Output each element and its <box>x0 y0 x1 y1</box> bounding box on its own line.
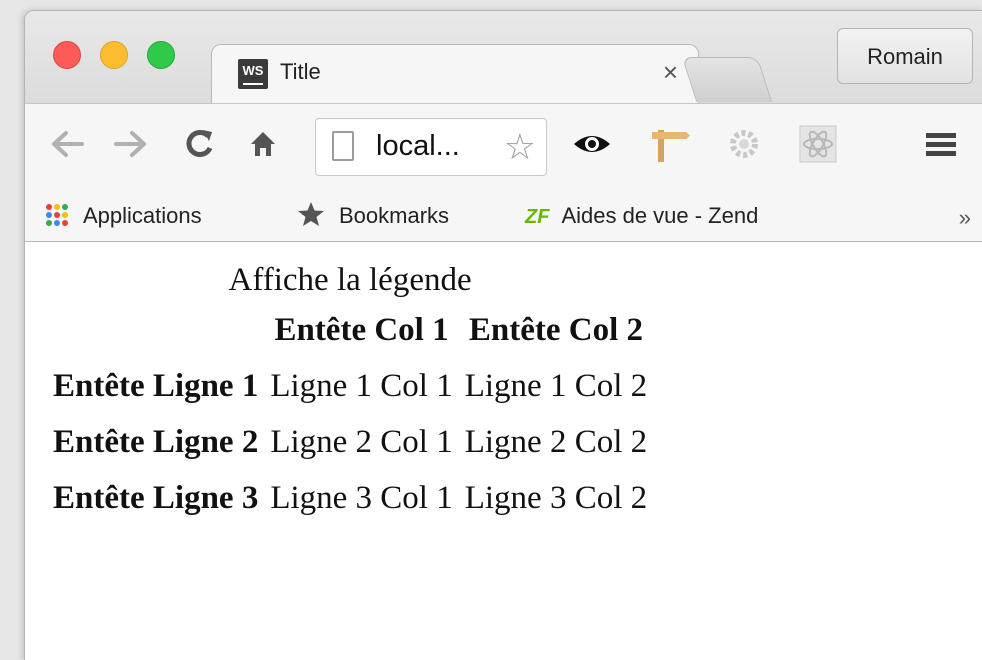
row-header: Entête Ligne 2 <box>53 424 259 460</box>
bookmark-zend-view-helpers[interactable]: ZF Aides de vue - Zend <box>525 199 758 233</box>
tab-active[interactable]: WS Title × <box>211 44 699 105</box>
bookmark-applications[interactable]: Applications <box>45 199 202 233</box>
demo-table: Affiche la légende Entête Col 1 Entête C… <box>43 262 657 527</box>
menu-hamburger-icon[interactable] <box>921 124 961 164</box>
column-header: Entête Col 2 <box>468 312 643 348</box>
close-window-button[interactable] <box>53 41 81 69</box>
new-tab-button[interactable] <box>681 57 773 102</box>
page-content: Affiche la légende Entête Col 1 Entête C… <box>25 242 982 660</box>
minimize-window-button[interactable] <box>100 41 128 69</box>
profile-button[interactable]: Romain <box>837 28 973 84</box>
zoom-window-button[interactable] <box>147 41 175 69</box>
page-icon <box>332 131 354 161</box>
table-header-row: Entête Col 1 Entête Col 2 <box>51 303 649 357</box>
bookmark-bookmarks[interactable]: Bookmarks <box>297 199 449 233</box>
back-arrow-icon[interactable] <box>47 124 87 164</box>
bookmark-star-icon[interactable]: ☆ <box>504 125 536 169</box>
empty-corner-cell <box>51 303 260 357</box>
url-text: local... <box>376 130 460 162</box>
table-row: Entête Ligne 3 Ligne 3 Col 1 Ligne 3 Col… <box>51 471 649 525</box>
webstorm-favicon-icon: WS <box>238 59 268 89</box>
tab-strip: WS Title × Romain <box>25 11 982 105</box>
gear-icon[interactable] <box>721 124 767 164</box>
table-cell: Ligne 2 Col 2 <box>464 424 648 460</box>
column-header: Entête Col 1 <box>274 312 449 348</box>
table-cell: Ligne 3 Col 1 <box>270 480 453 516</box>
eye-icon[interactable] <box>569 124 615 164</box>
table-cell: Ligne 2 Col 1 <box>270 424 453 460</box>
tab-title: Title <box>280 59 321 84</box>
signpost-icon[interactable] <box>647 124 693 164</box>
forward-arrow-icon[interactable] <box>111 124 151 164</box>
reload-icon[interactable] <box>179 124 219 164</box>
address-bar[interactable]: local... ☆ <box>315 118 547 176</box>
tab-close-icon[interactable]: × <box>663 57 678 87</box>
star-icon <box>297 201 325 237</box>
row-header: Entête Ligne 1 <box>53 368 259 404</box>
browser-window: WS Title × Romain local... ☆ Application… <box>24 10 982 660</box>
bookmark-label: Aides de vue - Zend <box>561 203 759 228</box>
home-icon[interactable] <box>243 124 283 164</box>
table-cell: Ligne 1 Col 2 <box>464 368 648 404</box>
table-caption: Affiche la légende <box>228 262 472 298</box>
bookmarks-bar: Applications Bookmarks ZF Aides de vue - … <box>25 191 982 242</box>
table-row: Entête Ligne 2 Ligne 2 Col 1 Ligne 2 Col… <box>51 415 649 469</box>
table-cell: Ligne 3 Col 2 <box>464 480 648 516</box>
bookmark-label: Applications <box>83 203 202 228</box>
toolbar: local... ☆ <box>25 103 982 192</box>
table-row: Entête Ligne 1 Ligne 1 Col 1 Ligne 1 Col… <box>51 359 649 413</box>
bookmarks-overflow-chevron-icon[interactable]: » <box>959 205 971 231</box>
apps-grid-icon <box>45 203 69 237</box>
table-cell: Ligne 1 Col 1 <box>270 368 453 404</box>
row-header: Entête Ligne 3 <box>53 480 259 516</box>
zf-icon: ZF <box>525 206 550 228</box>
bookmark-label: Bookmarks <box>339 203 450 228</box>
atom-icon[interactable] <box>795 124 841 164</box>
